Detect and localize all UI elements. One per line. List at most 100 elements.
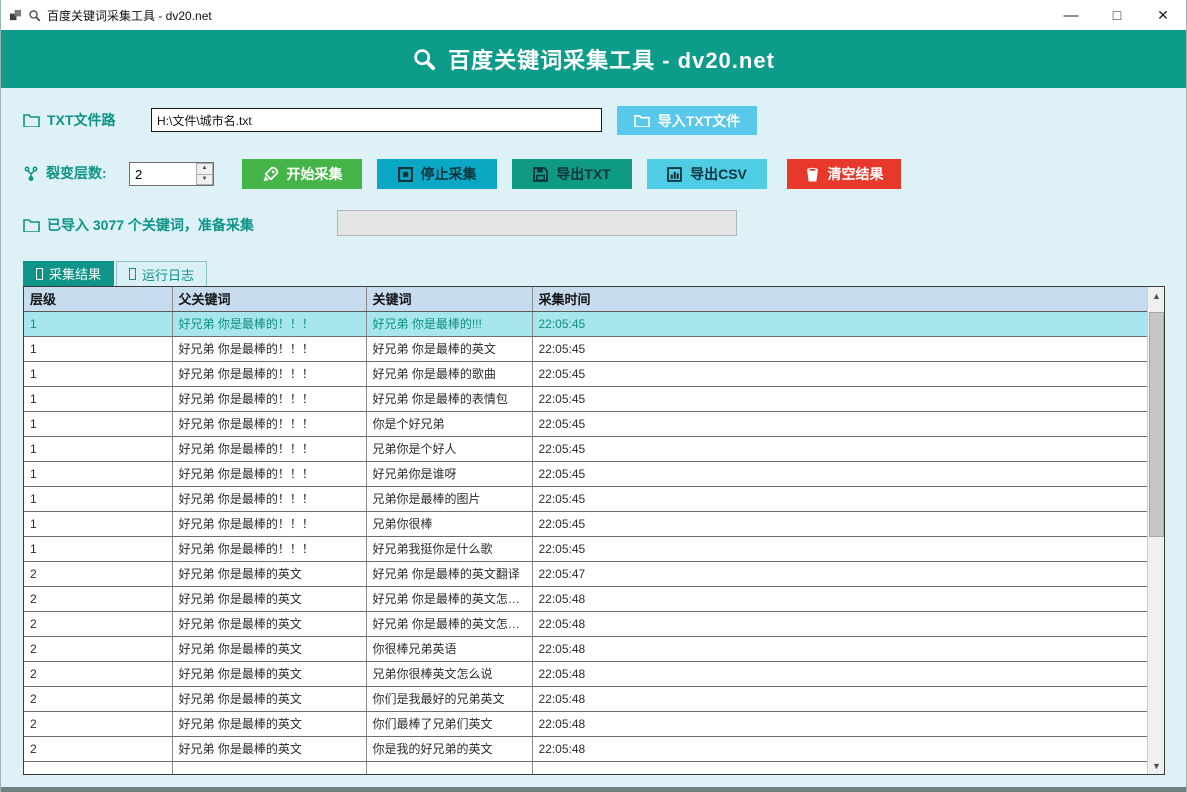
cell-keyword: 好兄弟 你是最棒的!!! [366, 311, 532, 336]
cell-keyword: 你是个好兄弟 [366, 411, 532, 436]
table-row[interactable]: 1好兄弟 你是最棒的！！！兄弟你是个好人22:05:45 [24, 436, 1147, 461]
table-row[interactable]: 2好兄弟 你是最棒的英文好兄弟 你是最棒的英文怎么...22:05:48 [24, 611, 1147, 636]
cell-time: 22:05:48 [532, 636, 1147, 661]
table-row[interactable]: 2好兄弟 你是最棒的英文你很棒兄弟英语22:05:48 [24, 636, 1147, 661]
export-txt-label: 导出TXT [556, 164, 610, 184]
cell-empty [24, 761, 172, 774]
cell-keyword: 好兄弟 你是最棒的英文怎么... [366, 586, 532, 611]
cell-time: 22:05:48 [532, 711, 1147, 736]
clear-results-label: 清空结果 [828, 164, 884, 184]
cell-parent: 好兄弟 你是最棒的！！！ [172, 511, 366, 536]
cell-parent: 好兄弟 你是最棒的！！！ [172, 411, 366, 436]
table-row[interactable]: 1好兄弟 你是最棒的！！！好兄弟你是谁呀22:05:45 [24, 461, 1147, 486]
minimize-button[interactable]: — [1048, 0, 1094, 30]
scroll-up-icon[interactable]: ▲ [1148, 287, 1165, 304]
folder-icon [634, 114, 650, 127]
cell-keyword: 好兄弟 你是最棒的英文翻译 [366, 561, 532, 586]
tab-results-icon [36, 268, 43, 280]
tab-results[interactable]: 采集结果 [23, 261, 114, 286]
col-header-level[interactable]: 层级 [24, 287, 172, 311]
bar-chart-icon [667, 167, 682, 182]
stop-collect-button[interactable]: 停止采集 [377, 159, 497, 189]
col-header-collect-time[interactable]: 采集时间 [532, 287, 1147, 311]
fission-level-input[interactable] [130, 163, 196, 185]
start-collect-button[interactable]: 开始采集 [242, 159, 362, 189]
cell-keyword: 好兄弟 你是最棒的英文 [366, 336, 532, 361]
cell-parent: 好兄弟 你是最棒的英文 [172, 736, 366, 761]
window-bottom-edge [1, 787, 1186, 792]
cell-time: 22:05:45 [532, 411, 1147, 436]
cell-keyword: 你是我的好兄弟的英文 [366, 736, 532, 761]
cell-time: 22:05:48 [532, 586, 1147, 611]
file-path-label-group: TXT文件路 [23, 110, 115, 130]
file-path-input[interactable] [151, 108, 602, 132]
tab-run-log[interactable]: 运行日志 [116, 261, 207, 286]
vertical-scrollbar[interactable]: ▲ ▼ [1147, 287, 1164, 774]
scrollbar-thumb[interactable] [1149, 312, 1164, 537]
cell-parent: 好兄弟 你是最棒的！！！ [172, 361, 366, 386]
cell-level: 2 [24, 711, 172, 736]
table-row[interactable]: 1好兄弟 你是最棒的！！！好兄弟 你是最棒的歌曲22:05:45 [24, 361, 1147, 386]
maximize-button[interactable]: □ [1094, 0, 1140, 30]
cell-time: 22:05:47 [532, 561, 1147, 586]
cell-keyword: 兄弟你是个好人 [366, 436, 532, 461]
cell-level: 1 [24, 436, 172, 461]
tab-bar: 采集结果 运行日志 [23, 261, 207, 286]
cell-parent: 好兄弟 你是最棒的！！！ [172, 486, 366, 511]
table-row[interactable]: 1好兄弟 你是最棒的！！！好兄弟 你是最棒的表情包22:05:45 [24, 386, 1147, 411]
table-row[interactable]: 1好兄弟 你是最棒的！！！你是个好兄弟22:05:45 [24, 411, 1147, 436]
cell-level: 1 [24, 361, 172, 386]
col-header-parent-keyword[interactable]: 父关键词 [172, 287, 366, 311]
cell-time: 22:05:48 [532, 686, 1147, 711]
cell-parent: 好兄弟 你是最棒的英文 [172, 661, 366, 686]
cell-time: 22:05:48 [532, 736, 1147, 761]
clear-results-button[interactable]: 清空结果 [787, 159, 901, 189]
cell-level: 2 [24, 736, 172, 761]
cell-keyword: 兄弟你很棒 [366, 511, 532, 536]
cell-time: 22:05:45 [532, 386, 1147, 411]
status-text: 已导入 3077 个关键词，准备采集 [47, 215, 254, 235]
table-row[interactable]: 2好兄弟 你是最棒的英文你是我的好兄弟的英文22:05:48 [24, 736, 1147, 761]
cell-time: 22:05:48 [532, 661, 1147, 686]
tab-run-log-icon [129, 268, 136, 280]
export-txt-button[interactable]: 导出TXT [512, 159, 632, 189]
search-icon [412, 47, 436, 71]
cell-level: 2 [24, 561, 172, 586]
table-row[interactable]: 1好兄弟 你是最棒的！！！好兄弟 你是最棒的英文22:05:45 [24, 336, 1147, 361]
table-row[interactable]: 2好兄弟 你是最棒的英文兄弟你很棒英文怎么说22:05:48 [24, 661, 1147, 686]
cell-level: 1 [24, 336, 172, 361]
tab-run-log-label: 运行日志 [142, 265, 194, 284]
window-title: 百度关键词采集工具 - dv20.net [47, 7, 212, 24]
stop-icon [398, 167, 413, 182]
scroll-down-icon[interactable]: ▼ [1148, 757, 1165, 774]
table-row[interactable]: 1好兄弟 你是最棒的！！！好兄弟 你是最棒的!!!22:05:45 [24, 311, 1147, 336]
cell-parent: 好兄弟 你是最棒的英文 [172, 711, 366, 736]
cell-parent: 好兄弟 你是最棒的！！！ [172, 336, 366, 361]
table-row[interactable]: 2好兄弟 你是最棒的英文好兄弟 你是最棒的英文翻译22:05:47 [24, 561, 1147, 586]
import-txt-button[interactable]: 导入TXT文件 [617, 106, 757, 135]
rocket-icon [262, 166, 279, 183]
cell-keyword: 你们最棒了兄弟们英文 [366, 711, 532, 736]
cell-level: 1 [24, 411, 172, 436]
col-header-keyword[interactable]: 关键词 [366, 287, 532, 311]
cell-level: 1 [24, 536, 172, 561]
export-csv-button[interactable]: 导出CSV [647, 159, 767, 189]
cell-keyword: 好兄弟 你是最棒的英文怎么... [366, 611, 532, 636]
table-row[interactable]: 2好兄弟 你是最棒的英文你们最棒了兄弟们英文22:05:48 [24, 711, 1147, 736]
status-label-group: 已导入 3077 个关键词，准备采集 [23, 215, 254, 235]
stepper-down-button[interactable]: ▼ [197, 174, 213, 186]
table-row[interactable]: 2好兄弟 你是最棒的英文你们是我最好的兄弟英文22:05:48 [24, 686, 1147, 711]
stepper-up-button[interactable]: ▲ [197, 163, 213, 174]
table-row[interactable]: 1好兄弟 你是最棒的！！！兄弟你是最棒的图片22:05:45 [24, 486, 1147, 511]
cell-parent: 好兄弟 你是最棒的英文 [172, 586, 366, 611]
cell-time: 22:05:45 [532, 361, 1147, 386]
table-row[interactable]: 1好兄弟 你是最棒的！！！兄弟你很棒22:05:45 [24, 511, 1147, 536]
trash-icon [805, 167, 820, 182]
fission-label: 裂变层数: [46, 163, 107, 183]
cell-time: 22:05:48 [532, 611, 1147, 636]
progress-bar [337, 210, 737, 236]
table-row[interactable]: 2好兄弟 你是最棒的英文好兄弟 你是最棒的英文怎么...22:05:48 [24, 586, 1147, 611]
fission-branch-icon [23, 165, 39, 181]
close-button[interactable]: ✕ [1140, 0, 1186, 30]
table-row[interactable]: 1好兄弟 你是最棒的！！！好兄弟我挺你是什么歌22:05:45 [24, 536, 1147, 561]
